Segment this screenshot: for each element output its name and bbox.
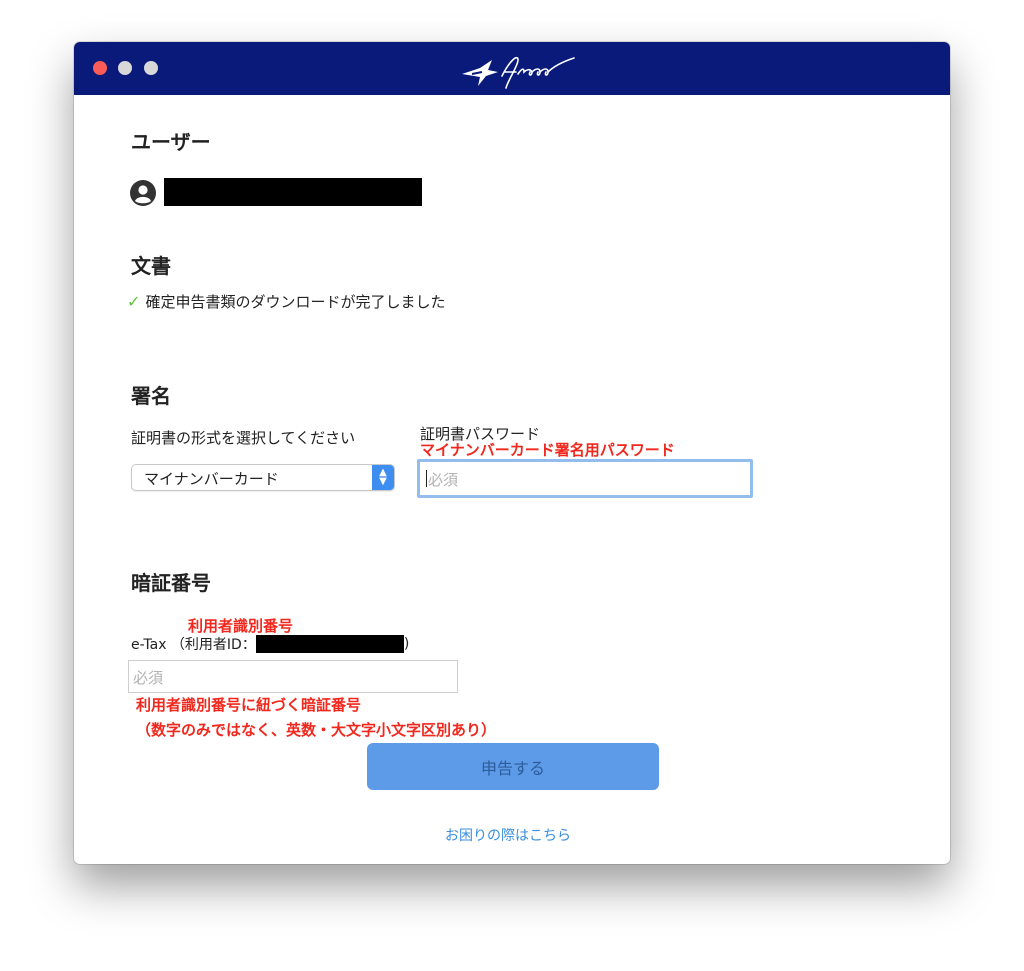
close-window-button[interactable]	[93, 61, 107, 75]
redacted-user-id	[255, 635, 404, 653]
pin-annotation-line2: （数字のみではなく、英数・大文字小文字区別あり）	[136, 721, 497, 739]
submit-filing-button[interactable]: 申告する	[367, 743, 659, 790]
signature-heading: 署名	[131, 384, 171, 408]
document-heading: 文書	[131, 254, 171, 278]
title-bar	[74, 42, 950, 95]
certificate-password-input[interactable]: 必須	[417, 459, 753, 498]
app-window: ユーザー 文書 ✓ 確定申告書類のダウンロードが完了しました 署名 証明書の形式…	[74, 42, 950, 864]
freee-logo	[462, 56, 575, 89]
text-caret	[426, 470, 427, 487]
password-annotation: マイナンバーカード署名用パスワード	[420, 441, 675, 459]
pin-heading: 暗証番号	[131, 571, 211, 595]
certificate-format-label: 証明書の形式を選択してください	[131, 429, 356, 447]
etax-userid-line: e-Tax （利用者ID： )	[131, 634, 409, 654]
etax-close-paren: )	[403, 636, 410, 652]
pin-annotation-line1: 利用者識別番号に紐づく暗証番号	[136, 696, 362, 714]
certificate-format-select[interactable]: マイナンバーカード ▲ ▼	[131, 464, 395, 491]
certificate-format-selected: マイナンバーカード	[144, 470, 279, 488]
password-placeholder: 必須	[428, 471, 459, 489]
user-heading: ユーザー	[131, 130, 211, 154]
etax-label: e-Tax （利用者ID：	[131, 637, 256, 653]
user-avatar-icon	[130, 180, 156, 206]
select-stepper-icon: ▲ ▼	[372, 465, 394, 490]
download-status: ✓ 確定申告書類のダウンロードが完了しました	[127, 291, 446, 312]
help-link[interactable]: お困りの際はこちら	[445, 825, 585, 845]
pin-input[interactable]: 必須	[128, 660, 458, 693]
check-icon: ✓	[127, 292, 141, 311]
minimize-window-button[interactable]	[118, 61, 132, 75]
maximize-window-button[interactable]	[144, 61, 158, 75]
redacted-user-name	[164, 178, 422, 206]
userid-annotation: 利用者識別番号	[188, 617, 294, 635]
download-status-text: 確定申告書類のダウンロードが完了しました	[145, 293, 446, 311]
pin-placeholder: 必須	[133, 669, 164, 687]
